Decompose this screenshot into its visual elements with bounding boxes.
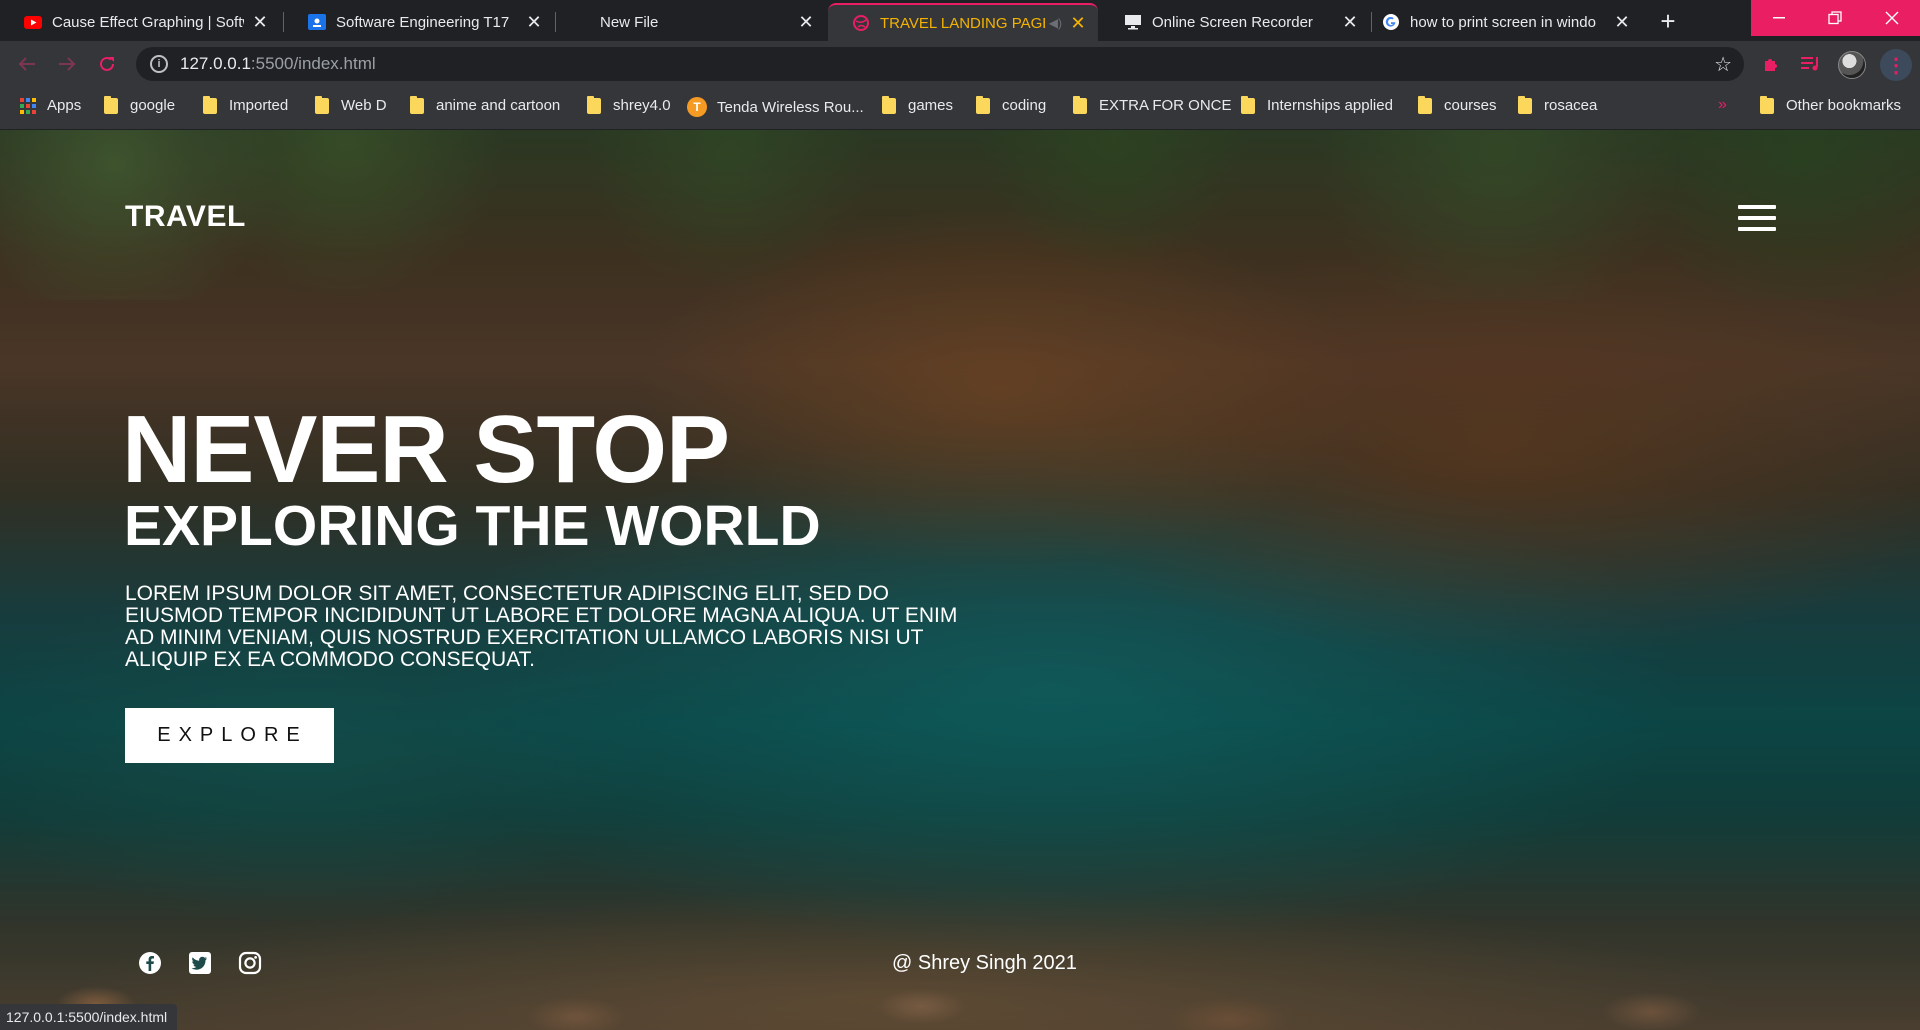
bookmark-folder-shrey[interactable]: shrey4.0 <box>587 95 671 114</box>
tab-new-file[interactable]: New File ✕ <box>556 3 826 41</box>
folder-icon <box>410 95 424 114</box>
twitter-icon[interactable] <box>187 950 213 976</box>
hero-overlay <box>0 130 1920 1030</box>
page-viewport: TRAVEL NEVER STOP EXPLORING THE WORLD LO… <box>0 130 1920 1030</box>
tab-online-screen-recorder[interactable]: Online Screen Recorder ✕ <box>1100 3 1370 41</box>
monitor-icon <box>1124 13 1142 31</box>
media-queue-icon[interactable] <box>1798 51 1824 77</box>
folder-icon <box>976 95 990 114</box>
close-window-icon[interactable] <box>1863 0 1920 36</box>
folder-icon <box>1760 95 1774 114</box>
site-info-icon[interactable]: i <box>150 55 168 73</box>
instagram-icon[interactable] <box>237 950 263 976</box>
address-url: 127.0.0.1:5500/index.html <box>180 54 376 73</box>
explore-button[interactable]: EXPLORE <box>125 708 334 763</box>
bookmark-folder-coding[interactable]: coding <box>976 95 1046 114</box>
facebook-icon[interactable] <box>137 950 163 976</box>
tab-title: New File <box>600 13 659 31</box>
tab-travel-landing-page[interactable]: TRAVEL LANDING PAGE ◀) ✕ <box>828 3 1098 41</box>
bookmark-folder-other-bookmarks[interactable]: Other bookmarks <box>1760 95 1901 114</box>
status-url-bubble: 127.0.0.1:5500/index.html <box>0 1004 178 1030</box>
bookmark-tenda[interactable]: T Tenda Wireless Rou... <box>687 97 864 117</box>
tab-title: TRAVEL LANDING PAGE <box>880 14 1045 32</box>
bookmarks-overflow-chevron-icon[interactable]: » <box>1718 96 1727 114</box>
address-bar[interactable]: i 127.0.0.1:5500/index.html ☆ <box>136 47 1744 81</box>
classroom-icon <box>308 13 326 31</box>
folder-icon <box>1418 95 1432 114</box>
bookmark-folder-extra-for-once[interactable]: EXTRA FOR ONCE <box>1073 95 1232 114</box>
footer-credit: @ Shrey Singh 2021 <box>892 952 1077 974</box>
tenda-icon: T <box>687 97 707 117</box>
forward-arrow-icon[interactable] <box>52 49 82 79</box>
folder-icon <box>1241 95 1255 114</box>
profile-avatar[interactable] <box>1838 51 1866 79</box>
folder-icon <box>104 95 118 114</box>
bookmark-folder-courses[interactable]: courses <box>1418 95 1497 114</box>
youtube-icon <box>24 13 42 31</box>
bookmarks-bar: Apps google Imported Web D anime and car… <box>0 87 1920 130</box>
bookmark-folder-games[interactable]: games <box>882 95 953 114</box>
tab-title: Cause Effect Graphing | Softw <box>52 13 244 31</box>
close-icon[interactable]: ✕ <box>1068 13 1088 33</box>
extensions-puzzle-icon[interactable] <box>1758 51 1784 77</box>
folder-icon <box>315 95 329 114</box>
restore-icon[interactable] <box>1807 0 1863 36</box>
reload-icon[interactable] <box>92 49 122 79</box>
bookmark-folder-imported[interactable]: Imported <box>203 95 288 114</box>
tab-title: how to print screen in windo <box>1410 13 1596 31</box>
tab-cause-effect[interactable]: Cause Effect Graphing | Softw ✕ <box>0 3 280 41</box>
browser-toolbar: i 127.0.0.1:5500/index.html ☆ ⋮ <box>0 41 1920 87</box>
globe-icon <box>852 14 870 32</box>
tab-title: Software Engineering T17 <box>336 13 510 31</box>
google-icon <box>1382 13 1400 31</box>
bookmark-folder-rosacea[interactable]: rosacea <box>1518 95 1597 114</box>
bookmark-folder-web-d[interactable]: Web D <box>315 95 387 114</box>
close-icon[interactable]: ✕ <box>524 12 544 32</box>
hamburger-menu-icon[interactable] <box>1738 205 1776 231</box>
folder-icon <box>203 95 217 114</box>
bookmark-apps[interactable]: Apps <box>20 97 81 114</box>
close-icon[interactable]: ✕ <box>1612 12 1632 32</box>
folder-icon <box>882 95 896 114</box>
close-icon[interactable]: ✕ <box>796 12 816 32</box>
tab-print-screen-search[interactable]: how to print screen in windo ✕ <box>1372 3 1642 41</box>
bookmark-folder-internships-applied[interactable]: Internships applied <box>1241 95 1393 114</box>
speaker-mute-icon[interactable]: ◀) <box>1049 16 1062 30</box>
close-icon[interactable]: ✕ <box>250 12 270 32</box>
minimize-icon[interactable] <box>1751 0 1807 36</box>
bookmark-folder-anime-and-cartoon[interactable]: anime and cartoon <box>410 95 560 114</box>
close-icon[interactable]: ✕ <box>1340 12 1360 32</box>
tab-strip: Cause Effect Graphing | Softw ✕ Software… <box>0 0 1920 41</box>
tab-software-engineering[interactable]: Software Engineering T17 ✕ <box>284 3 554 41</box>
back-arrow-icon[interactable] <box>12 49 42 79</box>
bookmark-star-icon[interactable]: ☆ <box>1714 52 1732 77</box>
folder-icon <box>1518 95 1532 114</box>
hero-subheadline: EXPLORING THE WORLD <box>124 494 821 558</box>
kebab-menu-icon[interactable]: ⋮ <box>1880 49 1912 81</box>
hero-description: LOREM IPSUM DOLOR SIT AMET, CONSECTETUR … <box>125 582 958 671</box>
bookmark-folder-google[interactable]: google <box>104 95 175 114</box>
folder-icon <box>587 95 601 114</box>
apps-grid-icon <box>20 97 36 114</box>
tab-title: Online Screen Recorder <box>1152 13 1313 31</box>
hero-headline: NEVER STOP <box>122 396 730 503</box>
new-tab-plus-icon[interactable]: + <box>1653 6 1683 36</box>
folder-icon <box>1073 95 1087 114</box>
brand-logo[interactable]: TRAVEL <box>125 200 246 234</box>
